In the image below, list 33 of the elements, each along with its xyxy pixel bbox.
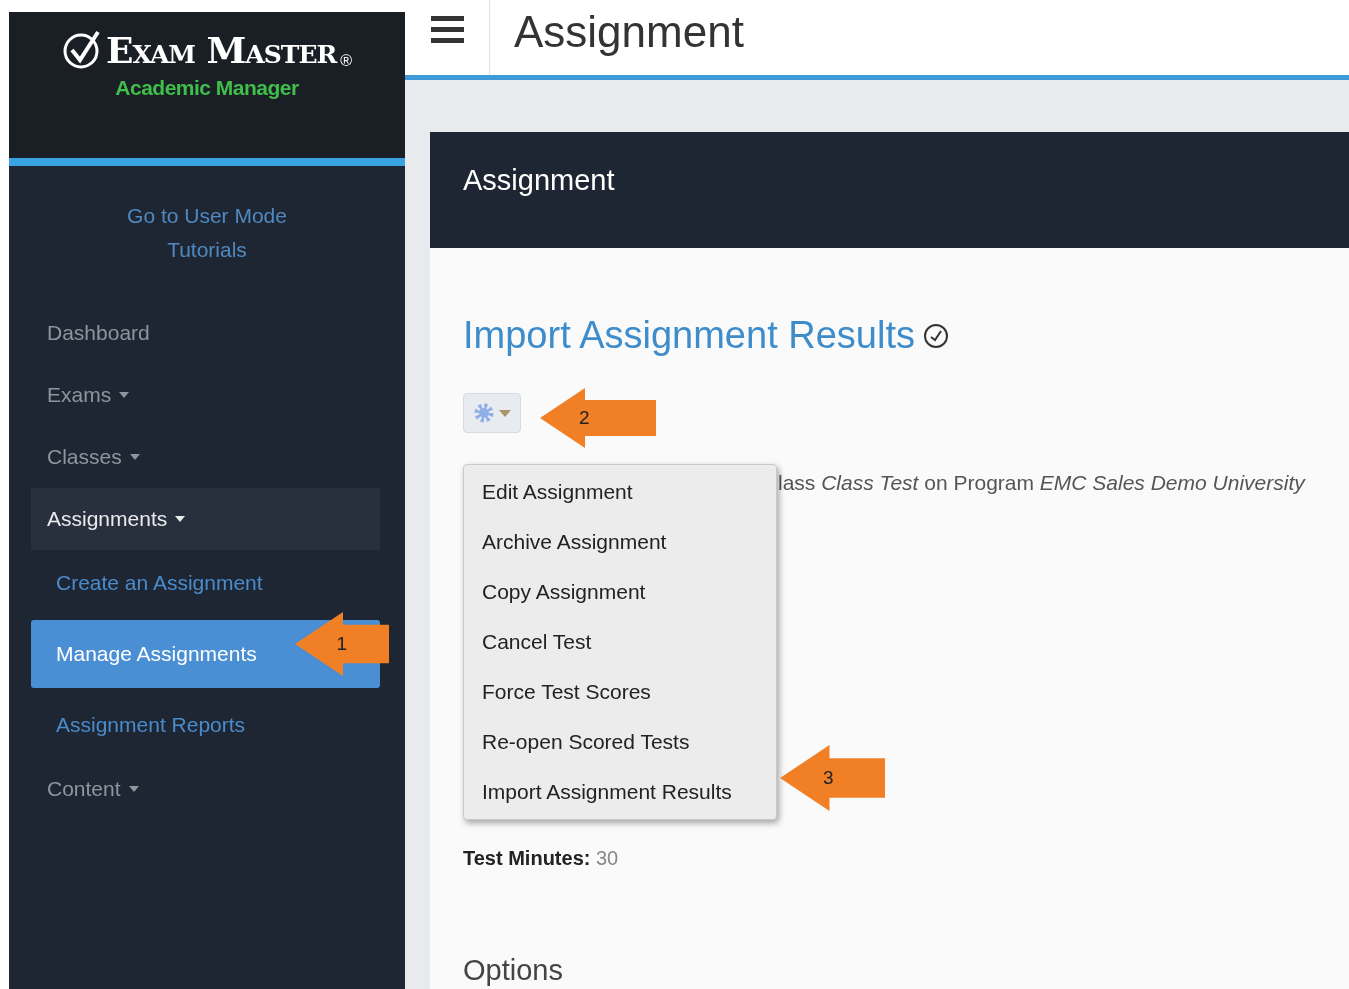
menu-item[interactable]: Archive Assignment [464,517,776,567]
menu-item[interactable]: Cancel Test [464,617,776,667]
menu-item[interactable]: Force Test Scores [464,667,776,717]
logo-subtitle: Academic Manager [115,76,299,100]
sidebar-link[interactable]: Go to User Mode [127,204,287,228]
assignment-detail: lass Class Test on Program EMC Sales Demo University [778,471,1305,495]
nav-item[interactable]: Classes [31,426,380,488]
callout-number: 2 [579,407,590,429]
callout-number: 1 [336,633,348,655]
nav-item[interactable]: Content [31,758,380,820]
callout-number: 3 [822,767,834,789]
sidebar-link[interactable]: Tutorials [167,238,247,262]
nav-item[interactable]: Assignments [31,488,380,550]
registered-mark: ® [340,52,353,70]
check-circle-icon [61,30,102,70]
nav-subitem[interactable]: Assignment Reports [31,692,380,758]
nav-item[interactable]: Exams [31,364,380,426]
panel-title: Assignment [463,163,615,197]
options-heading: Options [463,954,564,987]
menu-icon[interactable] [430,16,464,44]
check-circle-icon [922,322,949,349]
logo-title: Exam Master [105,32,337,68]
menu-item[interactable]: Re-open Scored Tests [464,717,776,767]
menu-item[interactable]: Copy Assignment [464,567,776,617]
section-heading: Import Assignment Results [463,314,915,357]
nav-item[interactable]: Dashboard [31,302,380,364]
menu-item[interactable]: Import Assignment Results [464,767,776,817]
settings-icon [473,402,495,424]
menu-item[interactable]: Edit Assignment [464,467,776,517]
caret-icon [499,409,511,417]
page-title: Assignment [513,6,744,58]
test-minutes-text: Test Minutes: 30 [463,847,620,870]
nav-subitem[interactable]: Create an Assignment [31,550,380,616]
